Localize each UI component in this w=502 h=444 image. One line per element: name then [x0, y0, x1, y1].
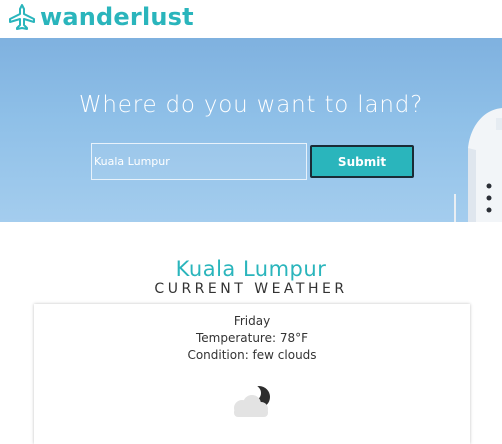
city-name: Kuala Lumpur [175, 257, 327, 281]
weather-temperature: Temperature: 78°F [195, 331, 309, 345]
weather-card: Friday Temperature: 78°F Condition: few … [34, 304, 470, 444]
few-clouds-night-icon [234, 385, 270, 417]
hero-title: Where do you want to land? [78, 92, 424, 118]
weather-day: Friday [233, 314, 271, 328]
weather-subtitle: CURRENT WEATHER [154, 281, 348, 297]
weather-condition: Condition: few clouds [187, 348, 317, 362]
logo-text: wanderlust [40, 3, 194, 31]
airplane-icon [9, 4, 35, 30]
building-image [454, 108, 502, 222]
destination-input[interactable] [91, 143, 307, 180]
logo[interactable]: wanderlust [8, 2, 194, 32]
hero-banner: Where do you want to land? Submit [0, 38, 502, 222]
submit-button[interactable]: Submit [310, 145, 414, 178]
site-header: wanderlust [0, 0, 502, 38]
